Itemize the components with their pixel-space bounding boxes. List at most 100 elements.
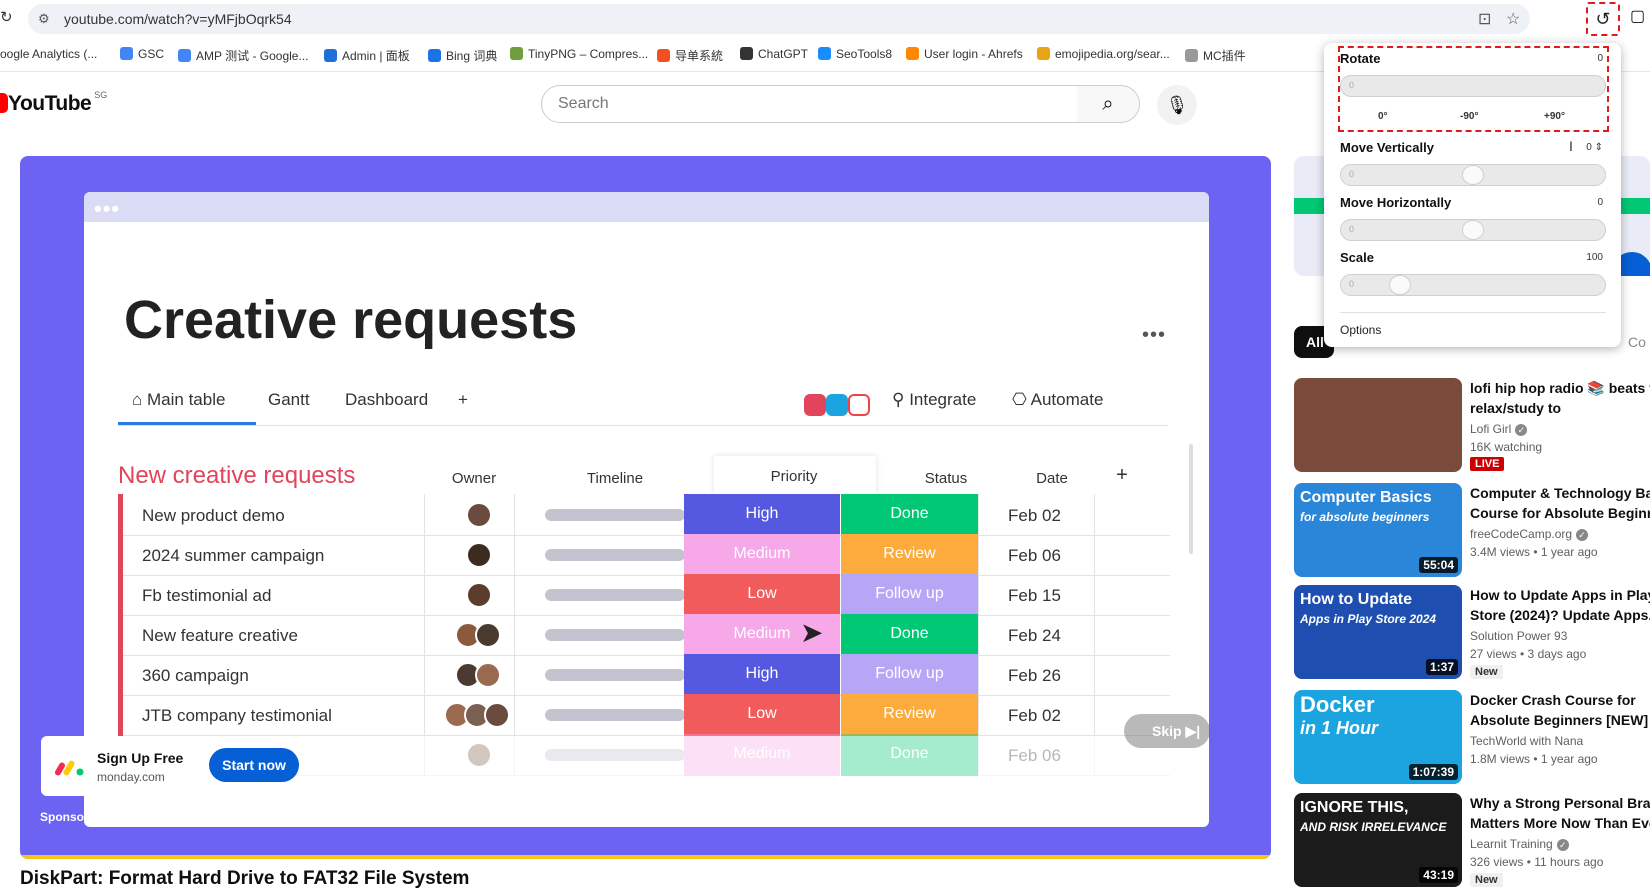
status-cell: Done xyxy=(841,494,978,536)
search-box[interactable] xyxy=(541,85,1078,123)
video-title-line[interactable]: Why a Strong Personal Brand xyxy=(1470,793,1650,813)
duration-badge: 43:19 xyxy=(1419,867,1458,883)
priority-cell: Low xyxy=(684,694,840,736)
recommended-video[interactable]: lofi hip hop radio 📚 beats to relax/study… xyxy=(1294,378,1650,476)
chip-peek[interactable]: Co xyxy=(1628,326,1646,358)
bookmark-item[interactable]: Admin | 面板 xyxy=(324,47,410,64)
sponsored-label: Sponsored ⓘ xyxy=(40,810,119,824)
table-row: 2024 summer campaign Medium Review Feb 06 xyxy=(118,534,1170,576)
video-title-line[interactable]: Course for Absolute Beginne xyxy=(1470,503,1650,523)
live-badge: LIVE xyxy=(1470,457,1505,471)
video-title-line[interactable]: Docker Crash Course for xyxy=(1470,690,1650,710)
app-icon xyxy=(804,394,826,416)
recommended-video[interactable]: Computer Basics for absolute beginners 55:… xyxy=(1294,483,1650,581)
ad-site-link[interactable]: monday.com xyxy=(132,808,200,822)
channel-name[interactable]: Lofi Girl ✓ xyxy=(1470,422,1528,436)
timeline-bar xyxy=(545,749,685,761)
video-thumbnail[interactable]: How to Update Apps in Play Store 2024 1:37 xyxy=(1294,585,1462,679)
options-link[interactable]: Options xyxy=(1340,323,1381,337)
scale-slider[interactable]: 0 xyxy=(1340,274,1606,296)
bookmark-item[interactable]: AMP 测试 - Google... xyxy=(178,47,308,64)
new-badge: New xyxy=(1470,873,1503,887)
video-thumbnail[interactable]: IGNORE THIS, AND RISK IRRELEVANCE 43:19 xyxy=(1294,793,1462,887)
video-title-line[interactable]: Absolute Beginners [NEW] xyxy=(1470,710,1650,730)
new-badge: New xyxy=(1470,665,1503,679)
bookmark-favicon-icon xyxy=(178,49,191,62)
bookmark-item[interactable]: GSC xyxy=(120,47,164,61)
install-icon[interactable]: ⊡ xyxy=(1478,9,1491,29)
bookmark-item[interactable]: TinyPNG – Compres... xyxy=(510,47,648,61)
bookmark-item[interactable]: MC插件 xyxy=(1185,47,1246,64)
voice-search-button[interactable]: 🎙 xyxy=(1157,85,1197,125)
column-divider xyxy=(1094,534,1095,576)
video-title-line[interactable]: Computer & Technology Basi xyxy=(1470,483,1650,503)
channel-name[interactable]: freeCodeCamp.org ✓ xyxy=(1470,527,1589,541)
video-title-line[interactable]: How to Update Apps in Play xyxy=(1470,585,1650,605)
ad-domain: monday.com xyxy=(97,770,165,784)
recommended-video[interactable]: Docker in 1 Hour 1:07:39 Docker Crash Cours… xyxy=(1294,690,1650,788)
video-thumbnail[interactable]: Docker in 1 Hour 1:07:39 xyxy=(1294,690,1462,784)
channel-name[interactable]: Solution Power 93 xyxy=(1470,629,1567,643)
bookmark-item[interactable]: oogle Analytics (... xyxy=(0,47,97,61)
url-text[interactable]: youtube.com/watch?v=yMFjbOqrk54 xyxy=(64,11,292,27)
recommended-video[interactable]: How to Update Apps in Play Store 2024 1:37… xyxy=(1294,585,1650,683)
video-title-line[interactable]: Store (2024)? Update Apps. xyxy=(1470,605,1650,625)
rotate-extension-button[interactable]: ↺ xyxy=(1586,2,1620,36)
bookmark-item[interactable]: 导单系統 xyxy=(657,47,723,64)
video-title-line[interactable]: Matters More Now Than Ever xyxy=(1470,813,1650,833)
column-divider xyxy=(1094,654,1095,696)
timeline-bar xyxy=(545,509,685,521)
video-title-line[interactable]: relax/study to xyxy=(1470,398,1650,418)
bookmark-item[interactable]: User login - Ahrefs xyxy=(906,47,1023,61)
start-now-button[interactable]: Start now xyxy=(209,748,299,782)
bookmark-item[interactable]: SeoTools8 xyxy=(818,47,892,61)
search-input[interactable] xyxy=(542,86,1077,122)
column-divider xyxy=(514,614,515,656)
rotate-slider[interactable]: 0 xyxy=(1340,75,1606,97)
move-horizontally-slider[interactable]: 0 xyxy=(1340,219,1606,241)
bookmark-item[interactable]: Bing 词典 xyxy=(428,47,497,64)
info-icon[interactable]: ⓘ xyxy=(106,810,118,824)
integrate-icon: ⚲ xyxy=(892,390,905,409)
task-name: 2024 summer campaign xyxy=(142,546,325,565)
site-info-icon[interactable]: ⚙ xyxy=(38,11,50,27)
column-divider xyxy=(1094,494,1095,536)
extensions-icon[interactable]: ▢ xyxy=(1630,6,1645,26)
col-status: Status xyxy=(924,470,968,487)
video-player[interactable]: ••• Creative requests ••• ⌂ Main table G… xyxy=(20,156,1271,859)
date-cell: Feb 02 xyxy=(1008,706,1061,725)
move-horizontally-value: 0 xyxy=(1597,197,1603,208)
channel-name[interactable]: Learnit Training ✓ xyxy=(1470,837,1569,851)
bookmark-item[interactable]: emojipedia.org/sear... xyxy=(1037,47,1170,61)
reload-icon[interactable]: ↻ xyxy=(0,8,13,26)
skip-ad-button[interactable]: Skip ▶| xyxy=(1124,714,1210,748)
column-divider xyxy=(978,694,979,736)
address-bar[interactable]: ⚙ youtube.com/watch?v=yMFjbOqrk54 ⊡ ☆ xyxy=(28,4,1530,34)
bookmark-favicon-icon xyxy=(1185,49,1198,62)
ad-card[interactable]: Sign Up Free monday.com Start now xyxy=(41,736,299,796)
bookmark-item[interactable]: ChatGPT xyxy=(740,47,808,61)
timeline-bar xyxy=(545,589,685,601)
duration-badge: 1:37 xyxy=(1425,659,1458,675)
column-divider xyxy=(978,614,979,656)
col-timeline: Timeline xyxy=(586,470,644,487)
column-divider xyxy=(514,574,515,616)
thumbnail-text: Docker xyxy=(1300,692,1375,717)
date-cell: Feb 06 xyxy=(1008,746,1061,765)
video-title-line[interactable]: lofi hip hop radio 📚 beats to xyxy=(1470,378,1650,398)
channel-name[interactable]: TechWorld with Nana xyxy=(1470,734,1583,748)
move-vertically-value[interactable]: 0 ⇕ xyxy=(1586,142,1603,153)
gmail-icon xyxy=(848,394,870,416)
youtube-logo[interactable]: YouTube SG xyxy=(0,90,107,116)
star-icon[interactable]: ☆ xyxy=(1506,9,1520,29)
move-vertically-handle[interactable] xyxy=(1462,165,1484,185)
move-horizontally-handle[interactable] xyxy=(1462,220,1484,240)
scale-slider-handle[interactable] xyxy=(1389,275,1411,295)
date-cell: Feb 06 xyxy=(1008,546,1061,565)
search-button[interactable]: ⌕ xyxy=(1077,85,1140,123)
video-thumbnail[interactable] xyxy=(1294,378,1462,472)
move-vertically-slider[interactable]: 0 xyxy=(1340,164,1606,186)
video-thumbnail[interactable]: Computer Basics for absolute beginners 55:… xyxy=(1294,483,1462,577)
recommended-video[interactable]: IGNORE THIS, AND RISK IRRELEVANCE 43:19 Why… xyxy=(1294,793,1650,891)
ad-progress-bar[interactable] xyxy=(20,855,1271,859)
